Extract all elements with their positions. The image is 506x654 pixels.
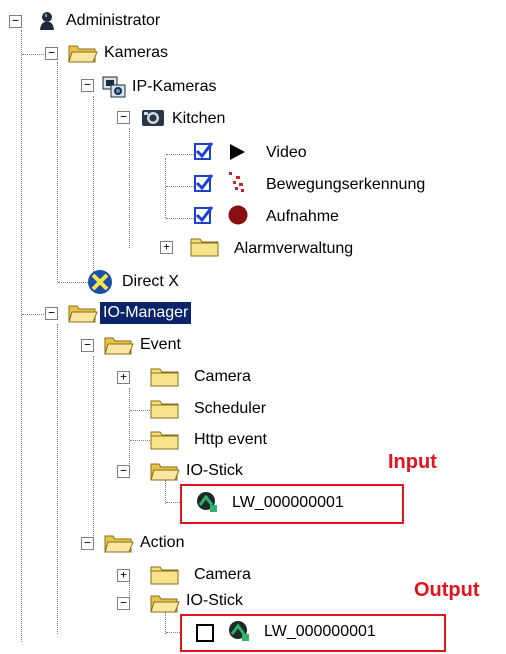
camera-icon xyxy=(142,110,164,126)
tree-node-kitchen[interactable]: Kitchen xyxy=(172,108,225,130)
tree-line xyxy=(130,410,150,411)
folder-icon xyxy=(150,400,179,419)
collapse-toggle[interactable]: − xyxy=(45,47,58,60)
tree-node-action-io-stick[interactable]: IO-Stick xyxy=(186,590,243,612)
expand-toggle[interactable]: + xyxy=(160,241,173,254)
tree-line xyxy=(129,128,130,248)
tree-node-http-event[interactable]: Http event xyxy=(194,429,267,451)
folder-icon xyxy=(150,566,179,585)
tree-node-event[interactable]: Event xyxy=(140,334,181,356)
tree-line xyxy=(165,612,166,634)
annotation-output-label: Output xyxy=(414,579,480,601)
tree-line xyxy=(57,62,58,282)
folder-open-icon xyxy=(150,595,180,613)
folder-icon xyxy=(190,238,219,257)
play-icon xyxy=(230,144,245,160)
tree-line xyxy=(166,186,194,187)
tree-line xyxy=(58,282,88,283)
collapse-toggle[interactable]: − xyxy=(117,111,130,124)
folder-icon xyxy=(150,368,179,387)
tree-node-administrator[interactable]: Administrator xyxy=(66,10,160,32)
tree-line xyxy=(93,96,94,282)
tree-node-direct-x[interactable]: Direct X xyxy=(122,271,179,293)
tree-node-bewegungserkennung[interactable]: Bewegungserkennung xyxy=(266,174,425,196)
tree-view[interactable]: − Administrator − Kameras − IP-Kameras −… xyxy=(0,0,506,654)
folder-open-icon xyxy=(104,535,134,553)
folder-open-icon xyxy=(68,45,98,63)
tree-line xyxy=(165,158,166,218)
tree-node-video[interactable]: Video xyxy=(266,142,307,164)
tree-node-event-io-stick[interactable]: IO-Stick xyxy=(186,460,243,482)
collapse-toggle[interactable]: − xyxy=(45,307,58,320)
directx-icon xyxy=(88,270,112,294)
io-device-icon xyxy=(229,621,249,641)
tree-line xyxy=(166,632,180,633)
collapse-toggle[interactable]: − xyxy=(81,537,94,550)
ip-camera-icon xyxy=(102,76,126,98)
folder-open-icon xyxy=(68,305,98,323)
annotation-input-label: Input xyxy=(388,451,437,473)
collapse-toggle[interactable]: − xyxy=(9,15,22,28)
checked-checkbox-icon[interactable] xyxy=(194,205,214,225)
administrator-icon xyxy=(40,12,54,30)
tree-node-scheduler[interactable]: Scheduler xyxy=(194,398,266,420)
tree-node-kameras[interactable]: Kameras xyxy=(104,42,168,64)
tree-node-event-camera[interactable]: Camera xyxy=(194,366,251,388)
tree-line xyxy=(93,356,94,544)
expand-toggle[interactable]: + xyxy=(117,569,130,582)
tree-line xyxy=(166,154,194,155)
tree-node-alarmverwaltung[interactable]: Alarmverwaltung xyxy=(234,238,353,260)
tree-line xyxy=(166,218,194,219)
tree-node-output-device[interactable]: LW_000000001 xyxy=(264,621,376,643)
expand-toggle[interactable]: + xyxy=(117,371,130,384)
tree-node-action[interactable]: Action xyxy=(140,532,184,554)
checked-checkbox-icon[interactable] xyxy=(194,141,214,161)
io-device-icon xyxy=(197,492,217,512)
folder-open-icon xyxy=(104,337,134,355)
tree-node-aufnahme[interactable]: Aufnahme xyxy=(266,206,339,228)
tree-node-ip-kameras[interactable]: IP-Kameras xyxy=(132,76,216,98)
collapse-toggle[interactable]: − xyxy=(81,79,94,92)
tree-line xyxy=(130,440,150,441)
record-icon xyxy=(228,205,248,225)
collapse-toggle[interactable]: − xyxy=(117,597,130,610)
collapse-toggle[interactable]: − xyxy=(117,465,130,478)
tree-line xyxy=(21,30,22,642)
tree-line xyxy=(57,324,58,634)
folder-open-icon xyxy=(150,463,180,481)
tree-node-action-camera[interactable]: Camera xyxy=(194,564,251,586)
tree-node-input-device[interactable]: LW_000000001 xyxy=(232,492,344,514)
unchecked-checkbox[interactable] xyxy=(196,624,214,642)
tree-line xyxy=(129,388,130,468)
tree-line xyxy=(165,480,166,504)
tree-line xyxy=(166,502,180,503)
collapse-toggle[interactable]: − xyxy=(81,339,94,352)
tree-node-io-manager[interactable]: IO-Manager xyxy=(100,302,192,324)
folder-icon xyxy=(150,431,179,450)
motion-detection-icon xyxy=(229,172,244,192)
checked-checkbox-icon[interactable] xyxy=(194,173,214,193)
